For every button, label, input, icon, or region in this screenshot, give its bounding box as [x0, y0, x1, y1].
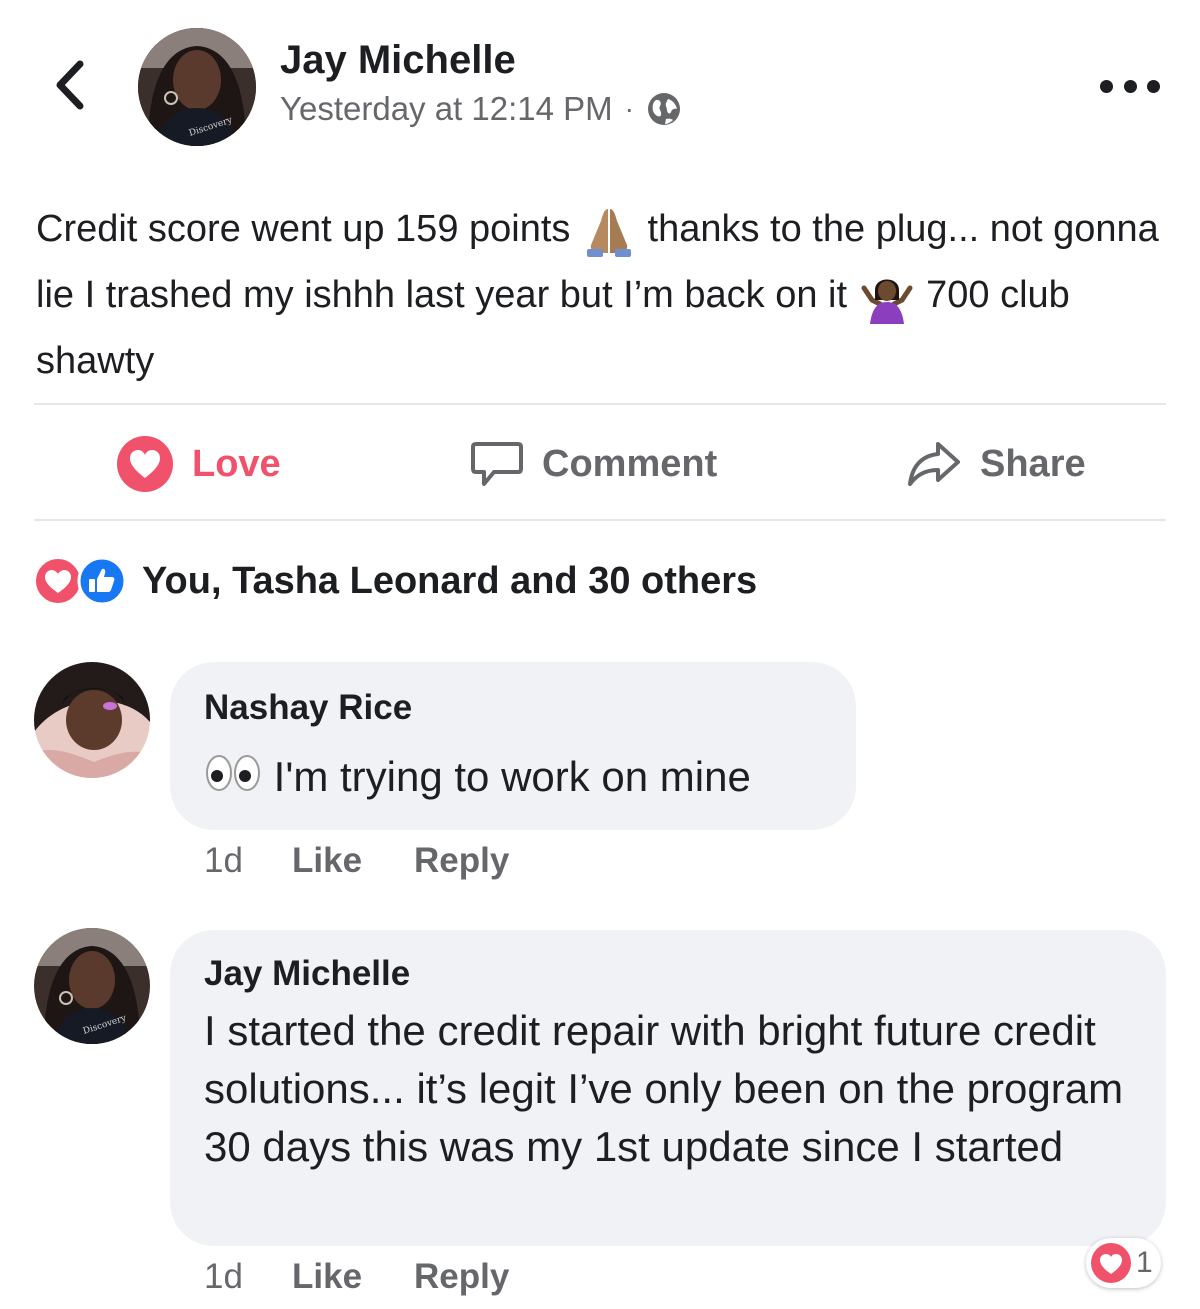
comment-meta: 1d Like Reply	[204, 1256, 509, 1298]
share-button[interactable]: Share	[906, 408, 1086, 520]
post-author-name[interactable]: Jay Michelle	[280, 38, 516, 83]
person-shrugging-emoji	[861, 279, 913, 324]
author-avatar[interactable]: Discovery	[138, 28, 256, 146]
comment-text-content: I'm trying to work on mine	[262, 753, 751, 800]
comment-author[interactable]: Jay Michelle	[204, 954, 410, 994]
share-icon	[908, 442, 960, 486]
comment-label: Comment	[542, 442, 718, 485]
folded-hands-emoji	[586, 208, 631, 257]
reactions-summary-text: You, Tasha Leonard and 30 others	[142, 559, 758, 602]
post-body: Credit score went up 159 points thanks t…	[36, 196, 1166, 394]
comment-time: 1d	[204, 1257, 243, 1296]
love-label: Love	[192, 442, 281, 485]
post-text-part-1: Credit score went up 159 points	[36, 208, 581, 250]
love-reaction-icon	[34, 557, 82, 605]
comment-text: I'm trying to work on mine	[204, 748, 844, 806]
back-button[interactable]	[46, 56, 92, 114]
love-button[interactable]: Love	[116, 408, 281, 520]
post-meta: Yesterday at 12:14 PM ·	[280, 90, 682, 128]
divider	[34, 403, 1166, 405]
post-timestamp[interactable]: Yesterday at 12:14 PM	[280, 90, 613, 128]
comment-like-button[interactable]: Like	[292, 841, 414, 881]
more-dot-icon	[1147, 79, 1160, 93]
more-dot-icon	[1123, 79, 1137, 93]
comment-button[interactable]: Comment	[470, 408, 717, 520]
commenter-avatar[interactable]	[34, 662, 150, 778]
commenter-avatar[interactable]: Discovery	[34, 928, 150, 1044]
more-dot-icon	[1100, 79, 1113, 93]
comment-author[interactable]: Nashay Rice	[204, 688, 412, 728]
eyes-emoji	[206, 755, 260, 791]
comment-meta: 1d Like Reply	[204, 840, 509, 882]
comment-icon	[471, 442, 523, 486]
chevron-left-icon	[56, 60, 84, 110]
reactions-summary[interactable]: You, Tasha Leonard and 30 others	[34, 556, 757, 606]
more-options-button[interactable]	[1100, 68, 1160, 104]
divider	[34, 519, 1166, 521]
love-reaction-icon	[1091, 1243, 1131, 1283]
like-reaction-icon	[77, 557, 127, 605]
post-actions-bar: Love Comment Share	[0, 408, 1200, 520]
heart-reaction-icon	[117, 436, 173, 492]
comment-reply-button[interactable]: Reply	[414, 841, 509, 881]
share-label: Share	[980, 442, 1086, 485]
comment-like-button[interactable]: Like	[292, 1257, 414, 1297]
comment-reaction-count-value: 1	[1136, 1246, 1153, 1279]
comment-reaction-count[interactable]: 1	[1086, 1238, 1161, 1288]
comment-reply-button[interactable]: Reply	[414, 1257, 509, 1297]
reaction-icons	[34, 557, 130, 605]
comment-text: I started the credit repair with bright …	[204, 1007, 1124, 1170]
comment-time: 1d	[204, 841, 243, 880]
meta-separator: ·	[624, 93, 634, 124]
globe-icon	[648, 93, 680, 125]
post-header: Discovery Jay Michelle Yesterday at 12:1…	[0, 0, 1200, 160]
